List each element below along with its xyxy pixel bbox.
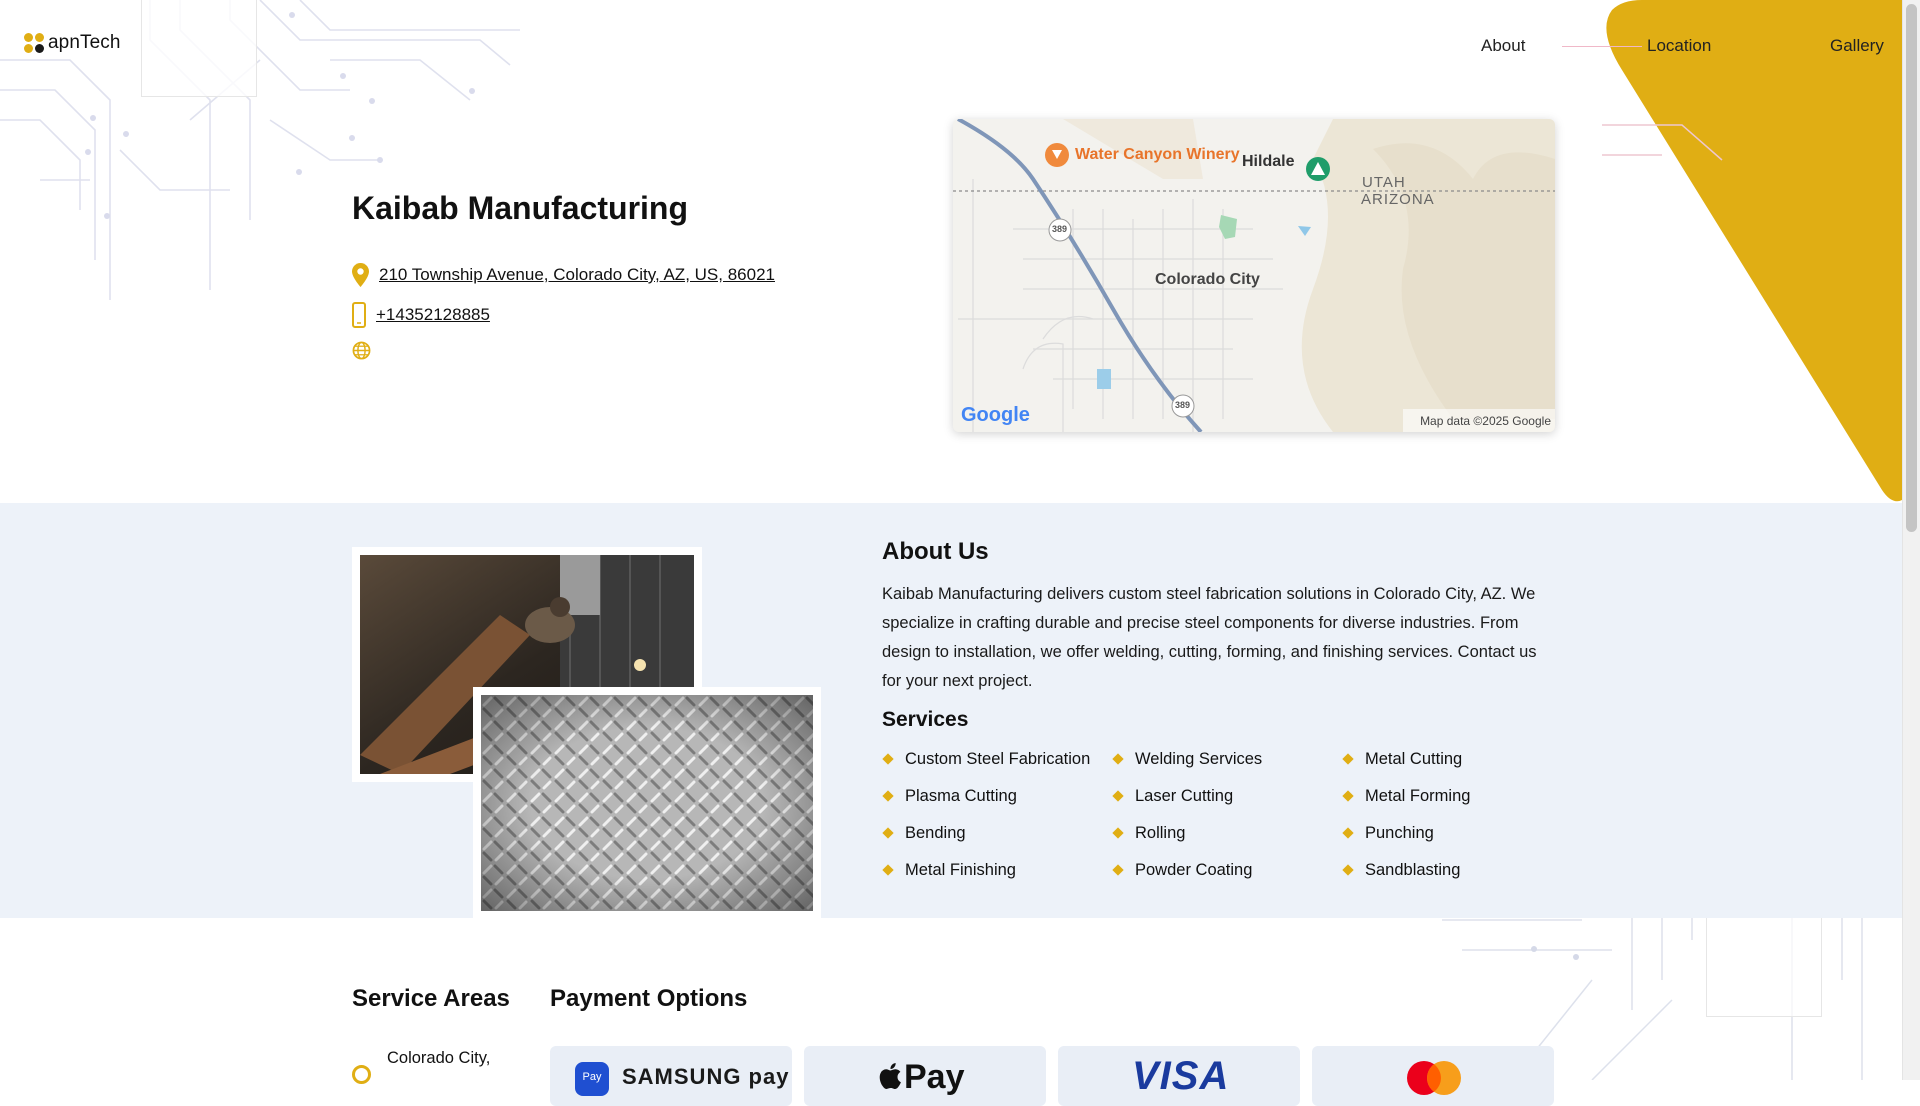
service-item: Rolling [1112, 822, 1342, 844]
mastercard-logo-icon [1407, 1061, 1461, 1095]
diamond-bullet-icon [882, 753, 894, 765]
apple-logo-icon [879, 1063, 901, 1090]
diamond-bullet-icon [1342, 864, 1354, 876]
diamond-bullet-icon [1112, 827, 1124, 839]
service-item: Punching [1342, 822, 1562, 844]
address-row: 210 Township Avenue, Colorado City, AZ, … [352, 263, 775, 287]
map-label-arizona: ARIZONA [1361, 191, 1435, 208]
logo-text: apnTech [48, 32, 121, 53]
service-label: Bending [905, 823, 966, 842]
metal-plate-photo [473, 687, 821, 919]
decorative-box [141, 0, 257, 97]
service-item: Laser Cutting [1112, 785, 1342, 807]
service-item: Metal Finishing [882, 859, 1112, 881]
service-label: Welding Services [1135, 749, 1263, 768]
service-label: Laser Cutting [1135, 786, 1234, 805]
payment-card-visa: VISA [1058, 1046, 1300, 1106]
services-title: Services [882, 708, 969, 731]
service-label: Rolling [1135, 823, 1186, 842]
globe-icon[interactable] [352, 341, 371, 360]
logo-mark-icon [24, 33, 44, 53]
service-label: Sandblasting [1365, 860, 1461, 879]
diamond-bullet-icon [1112, 753, 1124, 765]
service-item: Metal Cutting [1342, 748, 1562, 770]
service-area-item: Colorado City, [352, 1049, 490, 1084]
diamond-bullet-icon [1342, 753, 1354, 765]
phone-link[interactable]: +14352128885 [376, 305, 490, 325]
map-label-utah: UTAH [1362, 174, 1406, 191]
service-label: Metal Cutting [1365, 749, 1463, 768]
diamond-bullet-icon [1112, 790, 1124, 802]
apple-pay-text: Pay [904, 1058, 965, 1096]
diamond-bullet-icon [882, 790, 894, 802]
samsung-pay-text: SAMSUNG pay [622, 1064, 790, 1089]
diamond-bullet-icon [1112, 864, 1124, 876]
map-label-city: Colorado City [1155, 271, 1260, 288]
yellow-accent-shape [1602, 0, 1902, 502]
nav-about[interactable]: About [1481, 36, 1525, 56]
map-route-shield: 389 [1052, 224, 1068, 234]
service-item: Welding Services [1112, 748, 1342, 770]
services-list: Custom Steel Fabrication Welding Service… [882, 748, 1562, 881]
location-pin-icon [352, 263, 369, 287]
nav-location[interactable]: Location [1647, 36, 1711, 56]
service-label: Powder Coating [1135, 860, 1253, 879]
scrollbar-thumb[interactable] [1906, 4, 1917, 532]
payment-card-apple-pay: Pay [804, 1046, 1046, 1106]
metal-plate-photo-image [481, 695, 813, 911]
address-link[interactable]: 210 Township Avenue, Colorado City, AZ, … [379, 265, 775, 285]
service-area-label: Colorado City, [387, 1049, 491, 1067]
payment-card-samsung-pay: Pay SAMSUNG pay [550, 1046, 792, 1106]
map-label-hildale: Hildale [1242, 153, 1295, 170]
service-areas-title: Service Areas [352, 985, 510, 1012]
map-label-winery: Water Canyon Winery [1075, 146, 1240, 163]
about-title: About Us [882, 538, 989, 565]
diamond-bullet-icon [1342, 827, 1354, 839]
map-route-shield: 389 [1175, 400, 1191, 410]
decorative-box [1706, 904, 1822, 1017]
service-item: Metal Forming [1342, 785, 1562, 807]
website-row [352, 341, 371, 360]
service-label: Punching [1365, 823, 1434, 842]
service-item: Bending [882, 822, 1112, 844]
service-item: Sandblasting [1342, 859, 1562, 881]
business-name: Kaibab Manufacturing [352, 190, 689, 226]
service-label: Plasma Cutting [905, 786, 1017, 805]
page-scrollbar[interactable] [1902, 0, 1920, 1080]
service-label: Metal Forming [1365, 786, 1471, 805]
diamond-bullet-icon [1342, 790, 1354, 802]
payment-options-title: Payment Options [550, 985, 748, 1012]
service-item: Powder Coating [1112, 859, 1342, 881]
phone-icon [352, 302, 366, 328]
visa-text: VISA [1132, 1054, 1230, 1098]
samsung-pay-badge: Pay [575, 1062, 609, 1096]
diamond-bullet-icon [882, 864, 894, 876]
nav-divider [1562, 46, 1642, 47]
diamond-bullet-icon [882, 827, 894, 839]
about-description: Kaibab Manufacturing delivers custom ste… [882, 585, 1537, 690]
map-attribution: Map data ©2025 Google [1420, 414, 1551, 428]
nav-gallery[interactable]: Gallery [1830, 36, 1884, 56]
phone-row: +14352128885 [352, 302, 490, 328]
brand-logo[interactable]: apnTech [24, 32, 121, 54]
google-logo: Google [961, 404, 1030, 426]
location-map[interactable]: Water Canyon Winery Hildale UTAH ARIZONA… [953, 119, 1555, 432]
service-item: Custom Steel Fabrication [882, 748, 1112, 770]
service-label: Custom Steel Fabrication [905, 749, 1091, 768]
service-label: Metal Finishing [905, 860, 1016, 879]
service-item: Plasma Cutting [882, 785, 1112, 807]
payment-card-mastercard [1312, 1046, 1554, 1106]
location-ring-icon [352, 1065, 371, 1084]
